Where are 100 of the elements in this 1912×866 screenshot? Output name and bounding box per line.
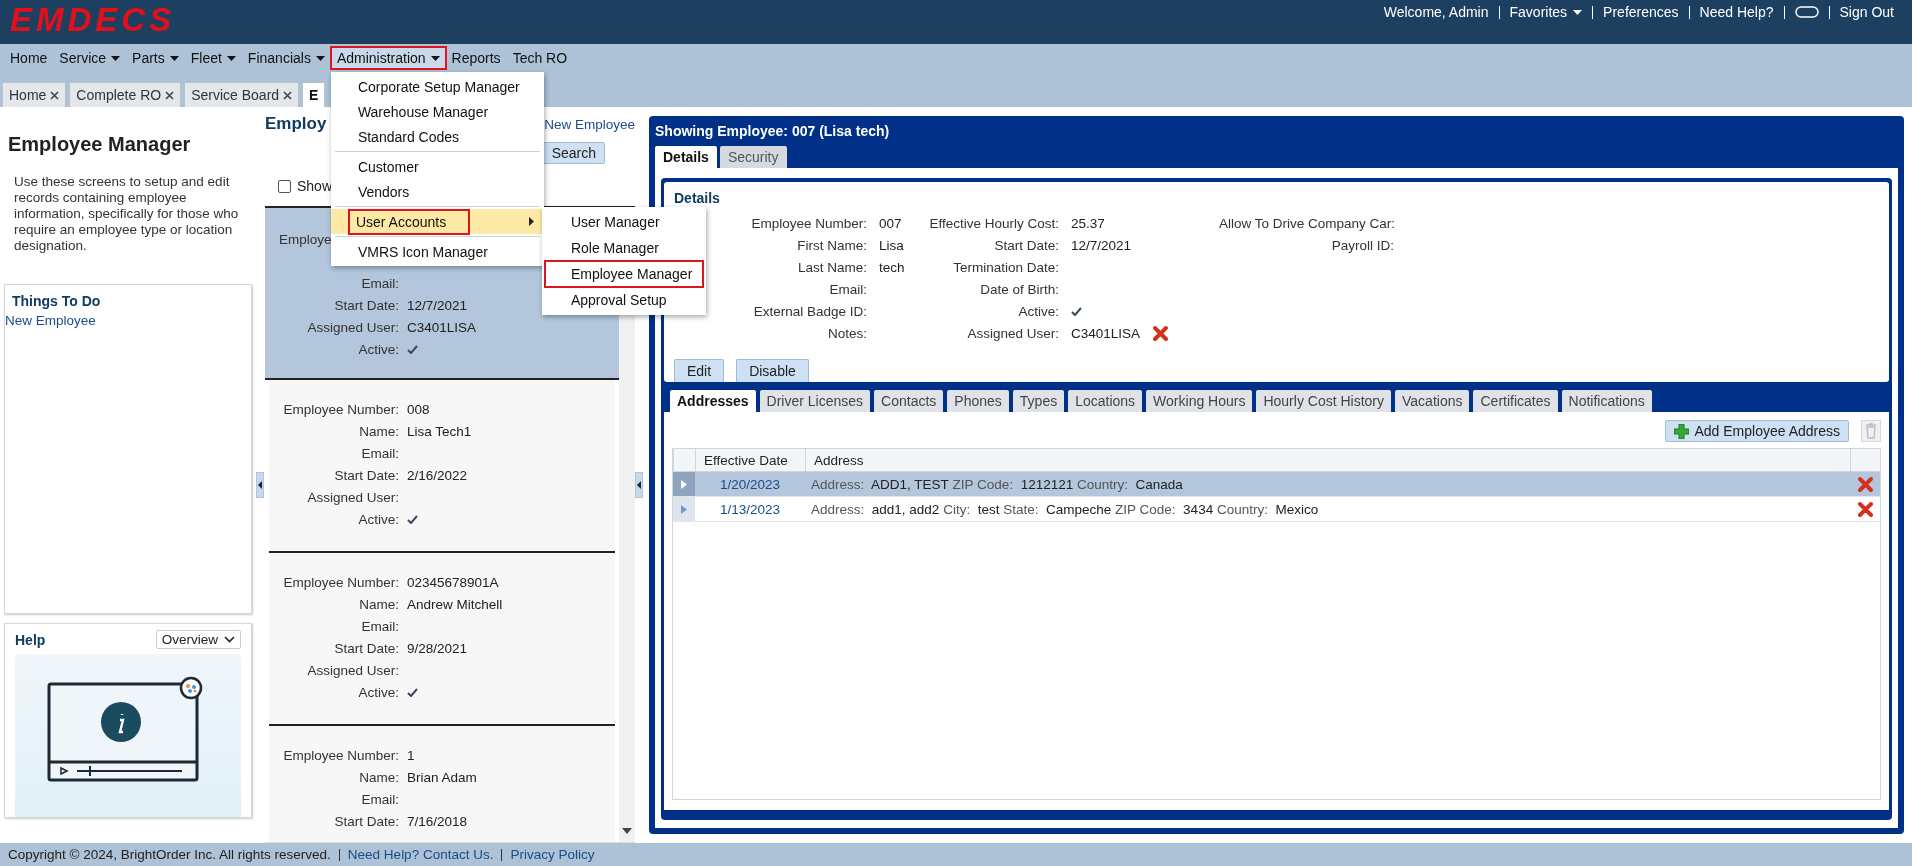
column-header: Effective Date bbox=[695, 449, 805, 471]
subsection-tab[interactable]: Types bbox=[1012, 390, 1065, 412]
nav-menu-item[interactable]: Tech RO bbox=[506, 47, 574, 69]
footer-link[interactable]: Need Help? Contact Us. bbox=[347, 847, 494, 862]
logo: EMDECS bbox=[10, 2, 176, 38]
detail-tab[interactable]: Details bbox=[655, 146, 717, 168]
menu-item[interactable]: User Accounts bbox=[330, 209, 544, 234]
date-link[interactable]: 1/13/2023 bbox=[695, 501, 805, 517]
scroll-down-icon[interactable] bbox=[622, 828, 632, 834]
field-label: Active: bbox=[1017, 303, 1059, 319]
menu-item[interactable]: Standard Codes bbox=[330, 124, 544, 149]
field-label: Email: bbox=[828, 281, 867, 297]
delete-icon[interactable] bbox=[1856, 500, 1874, 518]
employee-card[interactable]: Employee Number: 02345678901A Name: Andrew Mitchell Email: Start Date: 9/28/2021 Assigned User: Active: bbox=[269, 553, 615, 726]
employee-card[interactable]: Employee Number: 008 Name: Lisa Tech1 Email: Start Date: 2/16/2022 Assigned User: Active: bbox=[269, 380, 615, 553]
search-button[interactable]: Search bbox=[542, 142, 605, 164]
add-employee-address-button[interactable]: Add Employee Address bbox=[1665, 420, 1849, 442]
nav-menu-item[interactable]: Reports bbox=[445, 47, 507, 69]
header-link[interactable]: Preferences bbox=[1593, 4, 1689, 20]
field-value: C3401LISA bbox=[1071, 325, 1141, 341]
panel-title: Showing Employee: 007 (Lisa tech) bbox=[655, 123, 891, 139]
employee-card[interactable]: Employee Number: 1 Name: Brian Adam Email: Start Date: 7/16/2018 bbox=[269, 726, 615, 842]
date-link[interactable]: 1/20/2023 bbox=[695, 476, 805, 492]
delete-icon[interactable] bbox=[1152, 324, 1170, 342]
subsection-tab[interactable]: Hourly Cost History bbox=[1256, 390, 1392, 412]
close-icon[interactable] bbox=[283, 90, 293, 100]
list-title: Employ bbox=[265, 114, 327, 134]
field-value: 25.37 bbox=[1071, 215, 1105, 231]
field-value: 12/7/2021 bbox=[407, 297, 468, 313]
field-label: Email: bbox=[360, 618, 399, 634]
collapse-handle-icon[interactable] bbox=[256, 472, 264, 498]
field-label: Date of Birth: bbox=[979, 281, 1059, 297]
subsection-tab[interactable]: Notifications bbox=[1561, 390, 1652, 412]
field-label: Active: bbox=[357, 341, 399, 357]
field-label: Name: bbox=[358, 769, 399, 785]
page-tab[interactable]: Home bbox=[2, 82, 67, 107]
nav-menu-item[interactable]: Administration bbox=[330, 47, 446, 69]
nav-menu-item[interactable]: Fleet bbox=[184, 47, 242, 69]
collapse-handle-icon[interactable] bbox=[635, 472, 643, 498]
new-employee-link[interactable]: New Employee bbox=[544, 116, 635, 132]
menu-item[interactable]: Corporate Setup Manager bbox=[330, 74, 544, 99]
help-video-thumbnail[interactable] bbox=[15, 654, 241, 817]
delete-icon[interactable] bbox=[1856, 475, 1874, 493]
new-employee-link[interactable]: New Employee bbox=[5, 313, 96, 328]
subsection-tab[interactable]: Addresses bbox=[670, 390, 756, 412]
menu-item[interactable]: Customer bbox=[330, 154, 544, 179]
subsection-tab[interactable]: Driver Licenses bbox=[759, 390, 871, 412]
header-link[interactable]: Sign Out bbox=[1829, 4, 1904, 20]
field-label: Email: bbox=[360, 445, 399, 461]
toggle-icon[interactable] bbox=[1794, 6, 1819, 18]
field-label: Employe bbox=[278, 231, 333, 247]
action-button[interactable]: Edit bbox=[674, 359, 725, 382]
field-value: C3401LISA bbox=[407, 319, 477, 335]
page-tab[interactable]: Service Board bbox=[184, 82, 300, 107]
close-icon[interactable] bbox=[50, 90, 60, 100]
address-text: Address: add1, add2 City: test State: Campeche ZIP Code: 3434 Country: Mexico bbox=[810, 501, 1320, 517]
favorites-menu[interactable]: Favorites bbox=[1499, 4, 1593, 20]
checkbox[interactable] bbox=[278, 179, 291, 193]
nav-menu-item[interactable]: Financials bbox=[241, 47, 331, 69]
page-tab[interactable]: Complete RO bbox=[69, 82, 182, 107]
subsection-tab[interactable]: Vacations bbox=[1395, 390, 1470, 412]
help-topic-select[interactable]: Overview bbox=[155, 630, 241, 649]
subsection-tab[interactable]: Working Hours bbox=[1146, 390, 1253, 412]
close-icon[interactable] bbox=[165, 90, 175, 100]
menu-item[interactable]: Warehouse Manager bbox=[330, 99, 544, 124]
page-tab[interactable]: E bbox=[302, 82, 326, 107]
subsection-tab[interactable]: Phones bbox=[947, 390, 1009, 412]
field-label: Start Date: bbox=[333, 813, 399, 829]
field-label: Active: bbox=[357, 684, 399, 700]
panel-title: Help bbox=[15, 631, 46, 648]
field-label: Payroll ID: bbox=[1330, 237, 1394, 253]
table-row[interactable]: 1/13/2023 Address: add1, add2 City: test State: Campeche ZIP Code: 3434 Country: Mexico bbox=[673, 497, 1880, 522]
table-row[interactable]: 1/20/2023 Address: ADD1, TEST ZIP Code: 1212121 Country: Canada bbox=[673, 472, 1880, 497]
subsection-tab[interactable]: Certificates bbox=[1473, 390, 1558, 412]
expand-row-icon[interactable] bbox=[681, 479, 687, 489]
header-link[interactable]: Need Help? bbox=[1689, 4, 1784, 20]
subsection-tab[interactable]: Contacts bbox=[874, 390, 944, 412]
field-label: Assigned User: bbox=[306, 319, 399, 335]
menu-item[interactable]: VMRS Icon Manager bbox=[330, 239, 544, 264]
action-button[interactable]: Disable bbox=[736, 359, 809, 382]
nav-menu-item[interactable]: Parts bbox=[126, 47, 185, 69]
copyright-text: Copyright © 2024, BrightOrder Inc. All rights reserved. bbox=[8, 847, 331, 862]
field-label: Last Name: bbox=[796, 259, 867, 275]
menu-item[interactable]: Vendors bbox=[330, 179, 544, 204]
nav-menu-item[interactable]: Home bbox=[4, 47, 54, 69]
field-label: Effective Hourly Cost: bbox=[928, 215, 1059, 231]
nav-menu-item[interactable]: Service bbox=[53, 47, 127, 69]
field-label: Name: bbox=[358, 423, 399, 439]
field-label: Employee Number: bbox=[282, 401, 399, 417]
section-title: Details bbox=[674, 190, 721, 206]
field-label: Assigned User: bbox=[306, 489, 399, 505]
detail-tab[interactable]: Security bbox=[719, 146, 787, 168]
field-label: Start Date: bbox=[333, 467, 399, 483]
field-value: Brian Adam bbox=[407, 769, 477, 785]
subsection-tab[interactable]: Locations bbox=[1068, 390, 1143, 412]
field-value: 9/28/2021 bbox=[407, 640, 468, 656]
field-value: Andrew Mitchell bbox=[407, 596, 503, 612]
field-value: Lisa bbox=[879, 237, 904, 253]
field-value: 007 bbox=[879, 215, 902, 231]
footer-link[interactable]: Privacy Policy bbox=[510, 847, 595, 862]
